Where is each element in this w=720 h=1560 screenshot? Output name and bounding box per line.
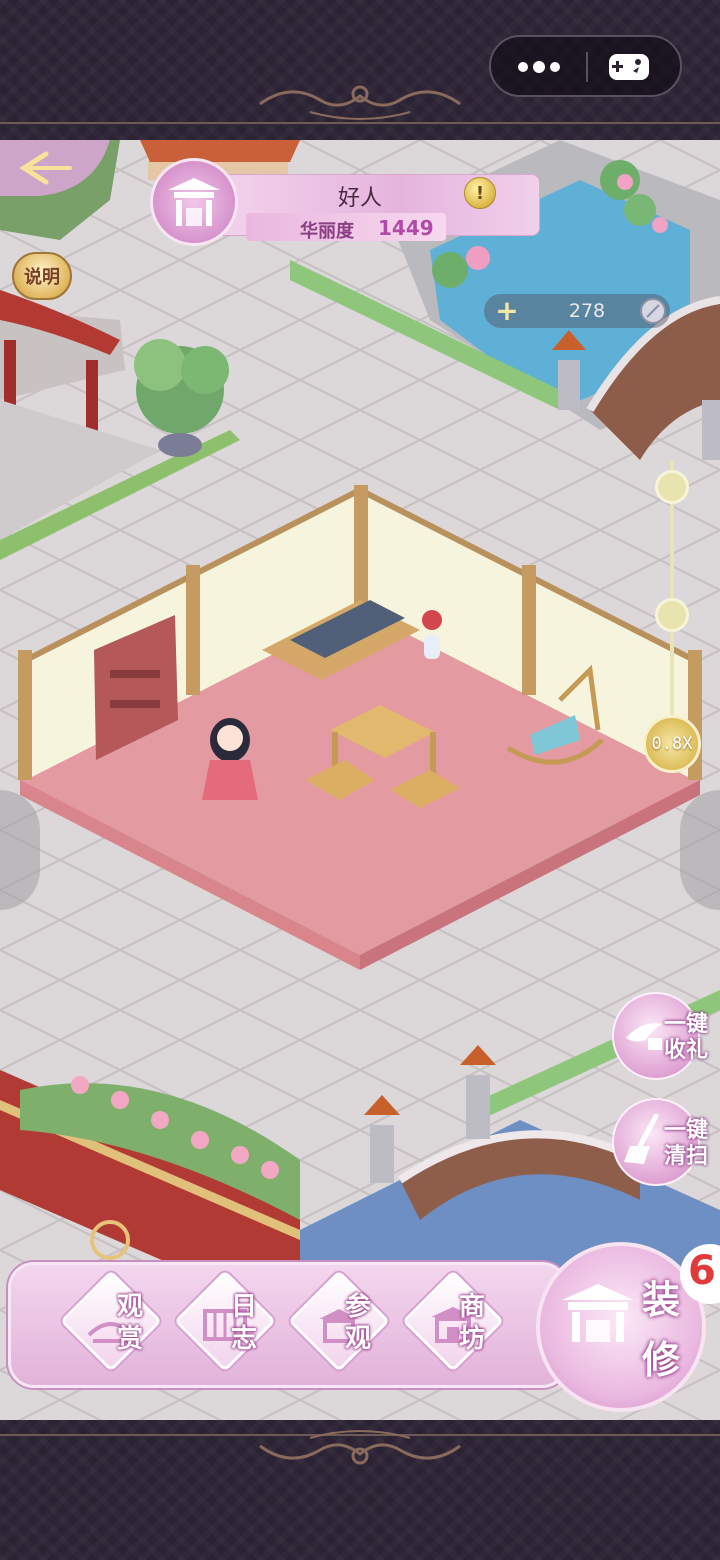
bottom-ornament — [259, 1430, 461, 1465]
player-profile: 好人 华丽度 1449 ! — [150, 158, 540, 250]
collect-gifts-line2: 收礼 — [663, 1038, 708, 1063]
avatar[interactable] — [150, 158, 238, 246]
help-label: 说明 — [24, 267, 60, 288]
menu-visit-line2: 观 — [345, 1324, 372, 1354]
alert-icon[interactable]: ! — [464, 177, 496, 209]
pavilion-icon — [168, 178, 220, 226]
scene-background — [0, 140, 720, 1420]
zoom-level-1[interactable] — [655, 470, 689, 504]
zoom-level-label: 0.8X — [651, 734, 693, 754]
menu-journal-label: 日 志 — [231, 1291, 265, 1355]
bottom-frame — [0, 1420, 720, 1560]
zoom-level-2[interactable] — [655, 598, 689, 632]
back-button[interactable] — [0, 140, 110, 200]
menu-view-label: 观 赏 — [117, 1291, 151, 1355]
player-name: 好人 — [338, 186, 383, 211]
zoom-knob[interactable]: 0.8X — [643, 715, 701, 773]
menu-shop-line2: 坊 — [459, 1324, 486, 1354]
game-scene[interactable]: 说明 好人 华丽度 1449 ! + 278 0.8X 一键 收礼 一键 清扫 … — [0, 140, 720, 1420]
menu-shop-label: 商 坊 — [459, 1291, 493, 1355]
currency-bar: + 278 — [484, 294, 670, 328]
top-ornament — [259, 85, 461, 120]
coin-icon — [640, 298, 666, 324]
menu-view-line1: 观 — [117, 1292, 144, 1322]
top-frame — [0, 0, 720, 140]
more-dots-icon[interactable] — [515, 53, 563, 81]
collect-gifts-label: 一键 收礼 — [650, 1012, 720, 1064]
sweep-line1: 一键 — [663, 1118, 708, 1143]
menu-shop[interactable]: 商 坊 — [402, 1270, 504, 1379]
decorate-line2: 修 — [642, 1338, 681, 1382]
menu-visit-label: 参 观 — [345, 1291, 379, 1355]
menu-journal-line2: 志 — [231, 1324, 258, 1354]
help-button[interactable]: 说明 — [12, 252, 72, 300]
top-frame-line — [0, 122, 720, 124]
sweep-button[interactable]: 一键 清扫 — [612, 1098, 712, 1188]
currency-amount: 278 — [568, 300, 606, 322]
sweep-label: 一键 清扫 — [650, 1118, 720, 1170]
mini-program-capsule — [489, 35, 682, 97]
menu-journal[interactable]: 日 志 — [174, 1270, 276, 1379]
collect-gifts-button[interactable]: 一键 收礼 — [612, 992, 712, 1082]
capsule-divider — [586, 52, 588, 82]
menu-view[interactable]: 观 赏 — [60, 1270, 162, 1379]
gamepad-icon[interactable] — [607, 51, 651, 83]
splendor-label: 华丽度 — [300, 221, 354, 242]
scroll-right-arrow[interactable] — [680, 790, 720, 910]
sweep-line2: 清扫 — [663, 1144, 708, 1169]
menu-journal-line1: 日 — [231, 1292, 258, 1322]
add-currency-button[interactable]: + — [492, 294, 522, 328]
logo-badge-text: 6 — [688, 1248, 716, 1294]
menu-visit-line1: 参 — [345, 1292, 372, 1322]
menu-visit[interactable]: 参 观 — [288, 1270, 390, 1379]
menu-view-line2: 赏 — [117, 1324, 144, 1354]
splendor-value: 1449 — [378, 216, 434, 240]
bottom-menu-bar: 观 赏 日 志 参 观 商 坊 — [8, 1262, 568, 1388]
menu-shop-line1: 商 — [459, 1292, 486, 1322]
collect-gifts-line1: 一键 — [663, 1012, 708, 1037]
palace-icon — [562, 1284, 634, 1342]
